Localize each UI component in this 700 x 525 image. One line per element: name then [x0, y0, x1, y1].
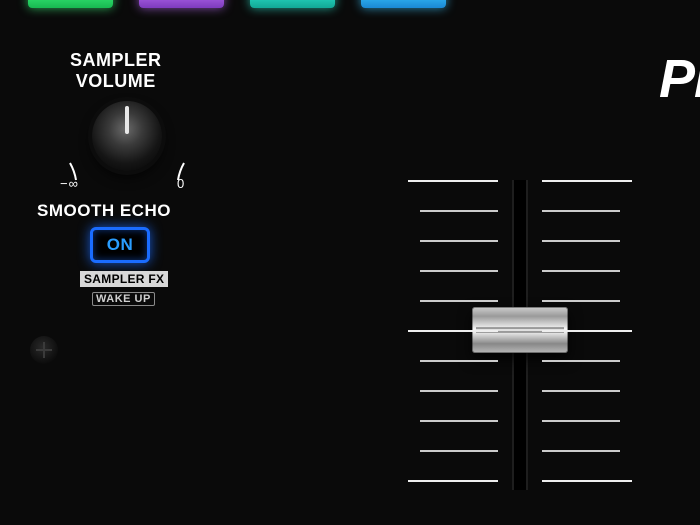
smooth-echo-on-button[interactable]: ON: [90, 227, 150, 263]
pad-3[interactable]: [250, 0, 335, 8]
fader-tick-minor: [420, 420, 620, 422]
sampler-volume-label: SAMPLER VOLUME: [70, 50, 162, 91]
sampler-fx-badge: SAMPLER FX: [80, 271, 168, 287]
knob-range-max: 0: [177, 176, 185, 191]
pad-4[interactable]: [361, 0, 446, 8]
performance-pad-row: [28, 0, 446, 8]
wake-up-badge: WAKE UP: [92, 292, 155, 306]
fader-tick-minor: [420, 270, 620, 272]
fader-tick-minor: [420, 360, 620, 362]
knob-range-min: −∞: [60, 176, 79, 191]
fader-tick-minor: [420, 300, 620, 302]
smooth-echo-label: SMOOTH ECHO: [37, 201, 171, 221]
fader-tick-minor: [420, 210, 620, 212]
fader-tick-major: [420, 180, 620, 182]
pad-2[interactable]: [139, 0, 224, 8]
on-button-text: ON: [107, 235, 134, 255]
fader-tick-major: [420, 330, 620, 332]
channel-fader: [420, 180, 620, 490]
fader-tick-minor: [420, 240, 620, 242]
knob-range-arc: [66, 96, 188, 184]
sampler-volume-label-line2: VOLUME: [70, 71, 162, 92]
fader-tick-major: [420, 480, 620, 482]
pad-1[interactable]: [28, 0, 113, 8]
chassis-screw: [30, 336, 58, 364]
brand-logo-partial: Pi: [659, 48, 700, 110]
fader-tick-minor: [420, 450, 620, 452]
fader-tick-minor: [420, 390, 620, 392]
sampler-volume-label-line1: SAMPLER: [70, 50, 162, 71]
